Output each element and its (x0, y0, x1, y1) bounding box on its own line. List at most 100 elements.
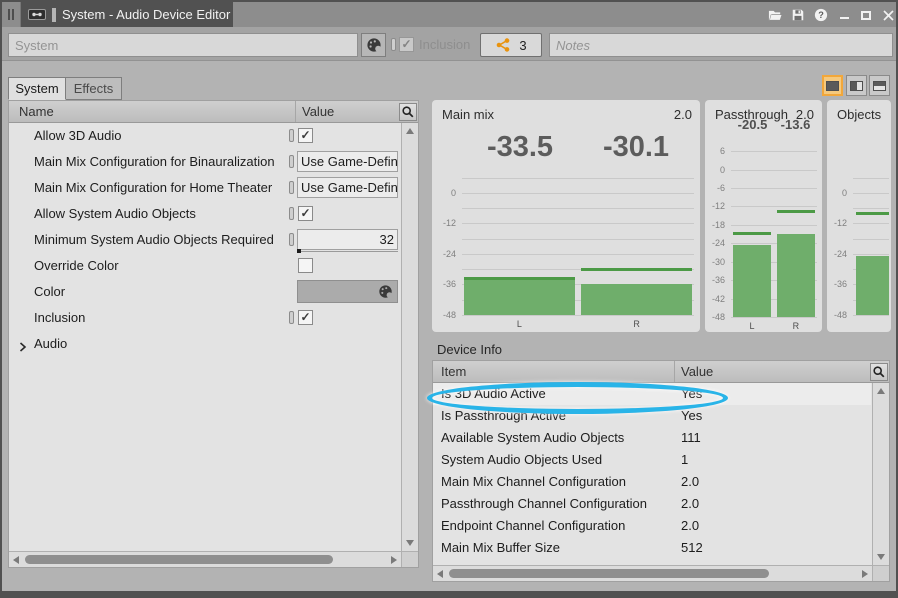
column-divider[interactable] (674, 361, 675, 382)
tab-effects[interactable]: Effects (66, 77, 122, 100)
save-button[interactable] (789, 7, 807, 23)
scroll-left-arrow[interactable] (13, 556, 19, 564)
number-slider-track[interactable] (297, 251, 398, 252)
meter-peak-value: -33.5 (487, 131, 553, 164)
color-button[interactable] (361, 33, 386, 57)
hscroll-thumb[interactable] (449, 569, 769, 578)
scroll-down-arrow[interactable] (406, 540, 414, 546)
column-header-value[interactable]: Value (302, 104, 334, 119)
link-indicator[interactable] (289, 129, 294, 142)
help-button[interactable] (812, 7, 830, 23)
meter-peak-values: -20.5-13.6 (731, 116, 817, 132)
meter-scale-label: -48 (827, 310, 847, 320)
column-header-name[interactable]: Name (19, 104, 54, 119)
property-search-button[interactable] (399, 103, 417, 121)
property-row[interactable]: Color (9, 279, 400, 305)
property-row[interactable]: Inclusion ✓ (9, 305, 400, 331)
sharesets-button[interactable]: 3 (480, 33, 542, 57)
scroll-down-arrow[interactable] (877, 554, 885, 560)
tab-system[interactable]: System (8, 77, 66, 100)
link-indicator[interactable] (289, 311, 294, 324)
minimize-button[interactable] (835, 7, 853, 23)
meter-bar (464, 278, 574, 315)
scroll-right-arrow[interactable] (862, 570, 868, 578)
meter-bar (581, 284, 691, 315)
scroll-up-arrow[interactable] (877, 388, 885, 394)
property-row[interactable]: Minimum System Audio Objects Required32 (9, 227, 400, 253)
titlebar[interactable]: System - Audio Device Editor (2, 2, 896, 27)
device-info-value: 2.0 (681, 493, 699, 515)
notes-input[interactable] (549, 33, 893, 57)
link-indicator[interactable] (289, 233, 294, 246)
meter-plot (731, 148, 817, 317)
expander-icon[interactable] (19, 339, 27, 357)
device-info-row[interactable]: Main Mix Channel Configuration2.0 (433, 471, 871, 493)
view-split-horizontal-button[interactable] (869, 75, 890, 96)
device-info-row[interactable]: Endpoint Channel Configuration2.0 (433, 515, 871, 537)
link-indicator[interactable] (289, 155, 294, 168)
view-single-button[interactable] (822, 75, 843, 96)
device-info-value: 2.0 (681, 515, 699, 537)
device-info-row[interactable]: Passthrough Channel Configuration2.0 (433, 493, 871, 515)
palette-icon (366, 37, 382, 53)
property-vscrollbar[interactable] (401, 123, 418, 551)
inclusion-link-indicator[interactable] (391, 38, 396, 51)
property-dropdown[interactable]: Use Game-Defin (297, 177, 398, 198)
meter-peak-value: -30.1 (603, 131, 669, 164)
meter-scale-label: -48 (432, 310, 456, 320)
window-border-left (0, 0, 2, 598)
scroll-up-arrow[interactable] (406, 128, 414, 134)
toolbar: ✓ Inclusion 3 (2, 27, 896, 61)
device-info-row[interactable]: Is Passthrough ActiveYes (433, 405, 871, 427)
property-number-input[interactable]: 32 (297, 229, 398, 250)
open-file-button[interactable] (766, 7, 784, 23)
property-dropdown[interactable]: Use Game-Defin (297, 151, 398, 172)
view-split-vertical-icon (850, 81, 863, 91)
property-hscrollbar[interactable] (9, 551, 401, 567)
property-row[interactable]: Audio (9, 331, 400, 357)
meter-gridline (731, 206, 817, 207)
meter-peak-line (733, 232, 772, 235)
device-info-vscrollbar[interactable] (872, 383, 889, 565)
property-label: Inclusion (34, 305, 85, 331)
property-checkbox[interactable] (298, 258, 313, 273)
property-row[interactable]: Override Color (9, 253, 400, 279)
meter-scale-label: -18 (705, 220, 725, 230)
property-checkbox[interactable]: ✓ (298, 128, 313, 143)
column-header-value[interactable]: Value (681, 364, 713, 379)
view-split-vertical-button[interactable] (846, 75, 867, 96)
editor-title-tab[interactable]: System - Audio Device Editor (21, 2, 233, 27)
property-checkbox[interactable]: ✓ (298, 310, 313, 325)
scroll-right-arrow[interactable] (391, 556, 397, 564)
grip-bar (8, 9, 10, 20)
device-info-row[interactable]: Available System Audio Objects111 (433, 427, 871, 449)
close-icon (883, 10, 894, 21)
link-indicator[interactable] (289, 207, 294, 220)
hscroll-thumb[interactable] (25, 555, 333, 564)
property-row[interactable]: Main Mix Configuration for Home Theater U… (9, 175, 400, 201)
maximize-button[interactable] (857, 7, 875, 23)
device-info-row[interactable]: System Audio Objects Used1 (433, 449, 871, 471)
close-button[interactable] (879, 7, 897, 23)
property-color-swatch[interactable] (297, 280, 398, 303)
column-header-item[interactable]: Item (441, 364, 466, 379)
device-info-row[interactable]: Main Mix Buffer Size512 (433, 537, 871, 559)
property-row[interactable]: Allow System Audio Objects✓ (9, 201, 400, 227)
device-info-hscrollbar[interactable] (433, 565, 872, 581)
meter-peak-line (777, 210, 816, 213)
property-checkbox[interactable]: ✓ (298, 206, 313, 221)
dock-grip[interactable] (2, 2, 21, 27)
share-icon (495, 37, 511, 53)
property-row[interactable]: Allow 3D Audio✓ (9, 123, 400, 149)
device-info-row[interactable]: Is 3D Audio ActiveYes (433, 383, 871, 405)
object-name-input[interactable] (8, 33, 358, 57)
column-divider[interactable] (295, 101, 296, 122)
view-split-horizontal-icon (873, 81, 886, 91)
scroll-left-arrow[interactable] (437, 570, 443, 578)
inclusion-checkbox[interactable]: ✓ (399, 37, 414, 52)
property-label: Main Mix Configuration for Home Theater (34, 175, 272, 201)
device-info-search-button[interactable] (870, 363, 888, 381)
property-row[interactable]: Main Mix Configuration for Binauralizati… (9, 149, 400, 175)
meter-gridline (853, 193, 889, 194)
link-indicator[interactable] (289, 181, 294, 194)
